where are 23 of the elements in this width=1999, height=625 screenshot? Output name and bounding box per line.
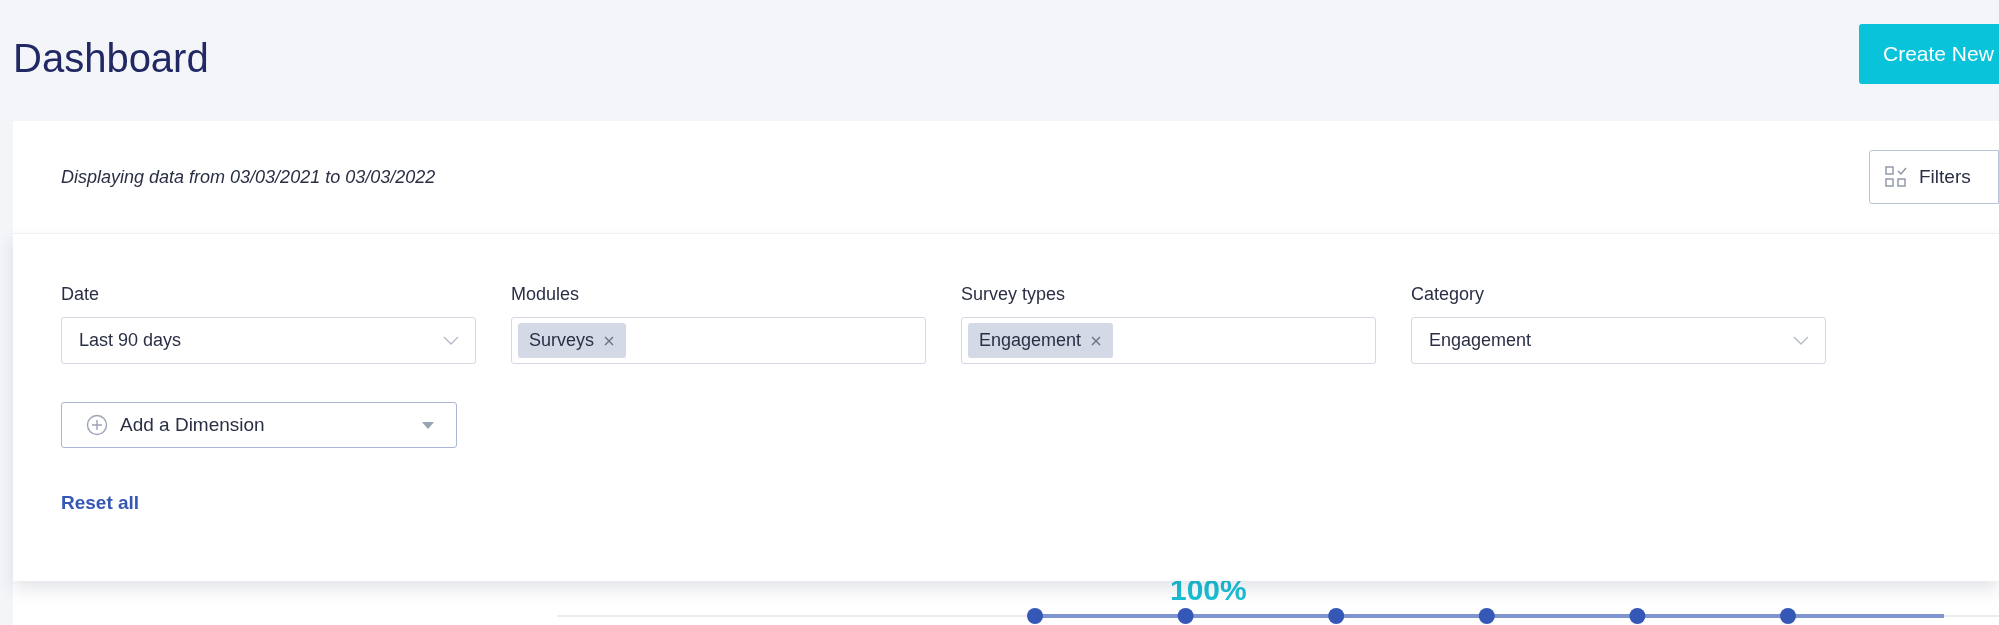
page-title: Dashboard: [13, 36, 209, 81]
close-icon[interactable]: [604, 335, 615, 346]
reset-all-link[interactable]: Reset all: [61, 492, 140, 514]
filter-grid-icon: [1885, 166, 1907, 188]
plus-circle-icon: [86, 414, 108, 436]
add-dimension-dropdown[interactable]: Add a Dimension: [61, 402, 457, 448]
tag: Surveys: [518, 323, 627, 358]
close-icon[interactable]: [1091, 335, 1102, 346]
chart-value-label: 100%: [1170, 573, 1247, 607]
tag-input-field[interactable]: Surveys: [511, 317, 926, 364]
field-label: Modules: [511, 284, 581, 305]
tag-input-field[interactable]: Engagement: [961, 317, 1376, 364]
filters-button[interactable]: Filters: [1869, 150, 1999, 204]
date-range-text: Displaying data from 03/03/2021 to 03/03/2022: [61, 166, 436, 188]
select-field[interactable]: Last 90 days: [61, 317, 476, 364]
field-label: Survey types: [961, 284, 1067, 305]
field-label: Date: [61, 284, 101, 305]
field-label: Category: [1411, 284, 1486, 305]
chevron-down-icon: [1793, 335, 1809, 346]
caret-down-icon: [422, 421, 434, 429]
select-field[interactable]: Engagement: [1411, 317, 1826, 364]
tag: Engagement: [968, 323, 1114, 358]
chevron-down-icon: [443, 335, 459, 346]
